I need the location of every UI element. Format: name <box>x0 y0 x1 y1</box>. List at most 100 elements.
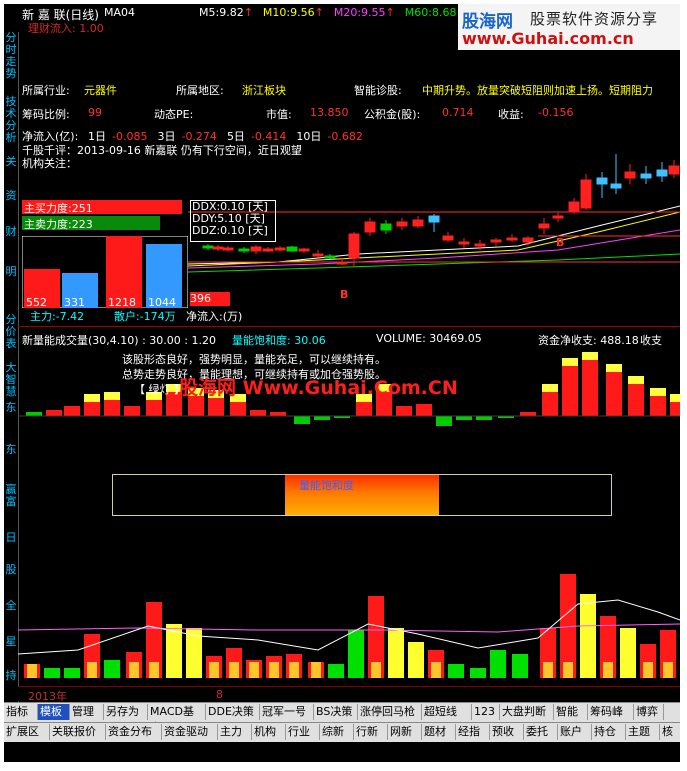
tab-6[interactable]: 冠军一号 <box>260 704 314 720</box>
tab-7[interactable]: BS决策 <box>314 704 358 720</box>
candle-body <box>458 241 470 245</box>
tab-1[interactable]: 关联报价 <box>50 724 106 740</box>
tab-4[interactable]: MACD基本 <box>148 704 206 734</box>
side-tab[interactable]: 全 <box>4 600 18 612</box>
tab-9[interactable]: 网新 <box>388 724 422 740</box>
volume-bar <box>456 416 472 420</box>
up-arrow-icon: ↑ <box>314 6 324 19</box>
tab-10[interactable]: 题材 <box>422 724 456 740</box>
side-tab[interactable]: 股 <box>4 564 18 576</box>
tab-3[interactable]: 资金驱动 <box>162 724 218 740</box>
tab-12[interactable]: 预收 <box>490 724 524 740</box>
side-tab[interactable]: 持 <box>4 670 18 682</box>
tab-14[interactable]: 账户 <box>558 724 592 740</box>
buy-signal: B <box>556 236 564 249</box>
tab-2[interactable]: 资金分布 <box>106 724 162 740</box>
tab-7[interactable]: 综新 <box>320 724 354 740</box>
saturation-fill: 量能饱和度 <box>285 475 439 515</box>
candle-body <box>506 237 518 241</box>
region-value: 浙江板块 <box>242 84 286 97</box>
side-tab[interactable]: 大智慧 <box>4 362 18 398</box>
volume-bar <box>208 398 224 416</box>
tab-9[interactable]: 超短线 <box>422 704 472 720</box>
candle-body <box>212 246 224 250</box>
fund-bar <box>348 630 364 678</box>
fund-bar-inner <box>289 662 299 678</box>
tab-13[interactable]: 委托 <box>524 724 558 740</box>
candle-body <box>250 246 262 252</box>
side-tab[interactable]: 明 <box>4 266 18 278</box>
tab-16[interactable]: 主题 <box>626 724 660 740</box>
volume-bar <box>250 410 266 416</box>
tab-15[interactable]: 持仓 <box>592 724 626 740</box>
tab-5[interactable]: DDE决策 <box>206 704 260 720</box>
fund-bar-inner <box>431 662 441 678</box>
chart-window: 分时走势 技术分析关资财明分价表 大智慧东东赢富日股全星持 新 嘉 联(日线) MA… <box>4 4 680 762</box>
side-tab[interactable]: 东 <box>4 444 18 456</box>
volume-bar <box>650 396 666 416</box>
candle-body <box>298 248 310 252</box>
candle-body <box>202 245 214 249</box>
tab-17[interactable]: 核题 <box>660 724 680 754</box>
diag-label: 智能诊股: <box>354 84 402 97</box>
fund-bar <box>64 668 80 678</box>
tab-11[interactable]: 经指 <box>456 724 490 740</box>
tab-13[interactable]: 筹码峰 <box>588 704 634 720</box>
tab-14[interactable]: 博弈 <box>634 704 664 720</box>
fund-bar-inner <box>543 662 553 678</box>
ma-value: 9.82 <box>219 6 244 19</box>
candle-body <box>324 255 336 259</box>
volume-bar <box>520 412 536 416</box>
side-tab-strip: 分时走势 技术分析关资财明分价表 大智慧东东赢富日股全星持 <box>4 32 19 712</box>
fund-bar <box>512 654 528 678</box>
tab-8[interactable]: 涨停回马枪 <box>358 704 422 720</box>
tab-5[interactable]: 机构 <box>252 724 286 740</box>
fund-bar <box>470 668 486 678</box>
side-tab[interactable]: 日 <box>4 532 18 544</box>
tab-3[interactable]: 另存为 <box>104 704 148 720</box>
side-tab[interactable]: 东 <box>4 402 18 414</box>
ddx-line: DDZ:0.10 [天] <box>192 224 268 237</box>
tab-12[interactable]: 智能 <box>554 704 588 720</box>
fund-bar-inner <box>87 662 97 678</box>
side-tab[interactable]: 关 <box>4 156 18 168</box>
tab-2[interactable]: 管理 <box>70 704 104 720</box>
ma-value: 9.56 <box>290 6 315 19</box>
panel-divider <box>18 326 680 327</box>
tab-0[interactable]: 指标 <box>4 704 38 720</box>
ma-label: M5: <box>199 6 220 19</box>
indicator-name: MA04 <box>104 6 136 19</box>
volume-bar <box>46 410 62 416</box>
main-sell-label: 主卖力度:223 <box>24 218 93 231</box>
candle-body <box>640 173 652 179</box>
fund-bar <box>328 664 344 678</box>
side-tab[interactable]: 分时走势 <box>4 32 18 80</box>
side-tab[interactable]: 资 <box>4 190 18 202</box>
tab-1[interactable]: 模板 <box>38 704 70 720</box>
time-axis: 2013年 8 <box>18 686 680 703</box>
candle-body <box>396 221 408 227</box>
side-tab[interactable]: 分价表 <box>4 314 18 350</box>
tab-4[interactable]: 主力 <box>218 724 252 740</box>
volume-bar <box>542 392 558 416</box>
side-tab[interactable]: 财 <box>4 226 18 238</box>
tab-6[interactable]: 行业 <box>286 724 320 740</box>
tab-8[interactable]: 行新 <box>354 724 388 740</box>
side-tab[interactable]: 星 <box>4 636 18 648</box>
volume-bar-cap <box>542 384 558 392</box>
tab-11[interactable]: 大盘判断 <box>500 704 554 720</box>
candle-body <box>222 247 234 251</box>
fund-bar-inner <box>563 662 573 678</box>
candle-body <box>442 235 454 241</box>
side-tab[interactable]: 技术分析 <box>4 96 18 144</box>
fund-flow-chart <box>18 574 680 678</box>
volume-bar <box>670 402 680 416</box>
logo-url: www.Guhai.com.cn <box>462 29 634 48</box>
tab-10[interactable]: 123 <box>472 704 500 720</box>
candle-body <box>312 253 324 257</box>
fund-bar <box>408 642 424 678</box>
side-tab[interactable]: 赢富 <box>4 484 18 508</box>
indicator-tab-bar: 指标模板管理另存为MACD基本DDE决策冠军一号BS决策涨停回马枪超短线123大… <box>4 702 680 734</box>
volume-bar <box>230 402 246 416</box>
tab-0[interactable]: 扩展区 <box>4 724 50 740</box>
